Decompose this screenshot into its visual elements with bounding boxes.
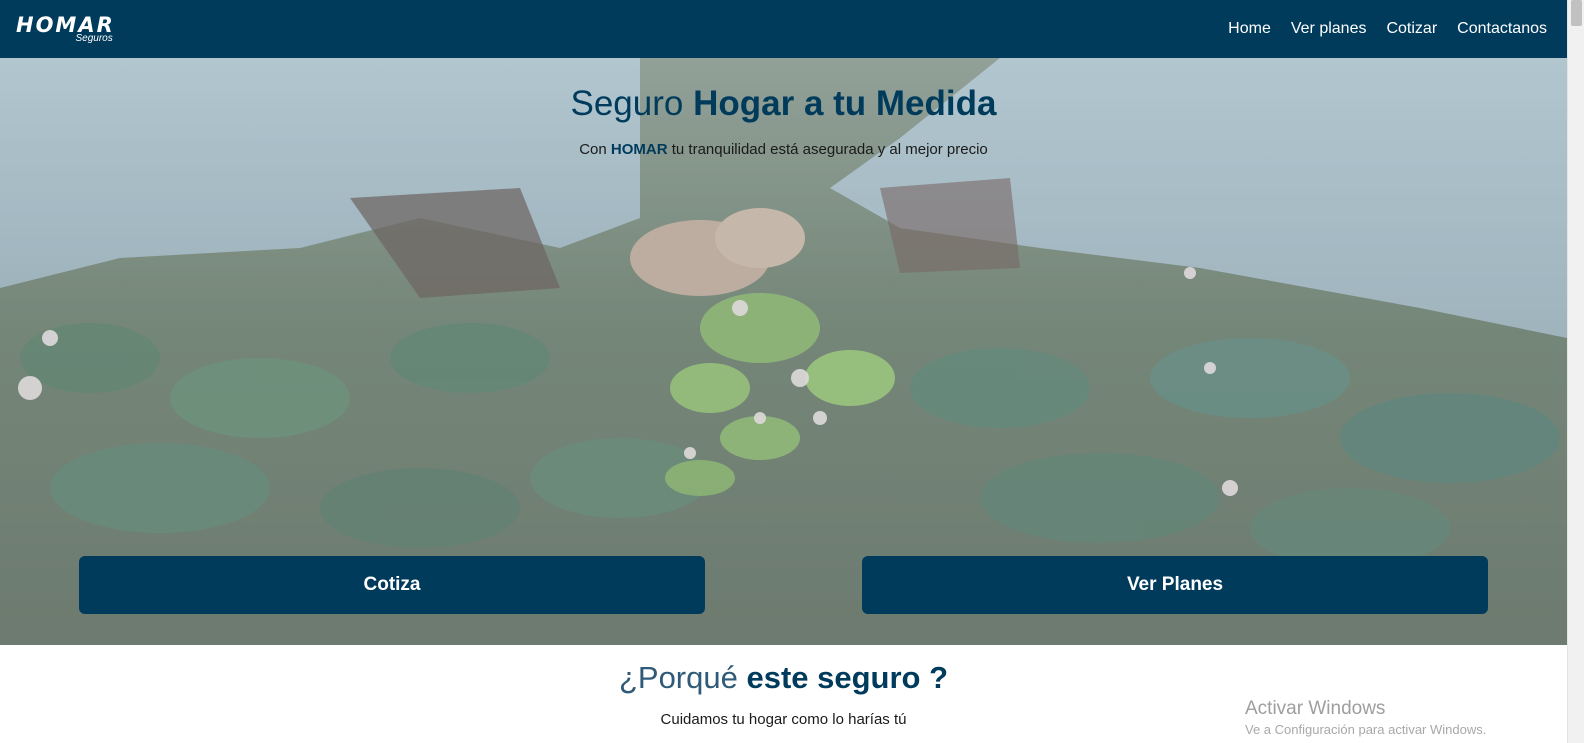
- nav-link-home[interactable]: Home: [1228, 20, 1271, 38]
- hero-section: Seguro Hogar a tu Medida Con HOMAR tu tr…: [0, 58, 1567, 645]
- hero-title-bold: Hogar a tu Medida: [693, 84, 997, 123]
- nav-links: Home Ver planes Cotizar Contactanos: [1228, 20, 1547, 38]
- nav-link-cotizar[interactable]: Cotizar: [1386, 20, 1437, 38]
- hero-subtitle-brand: HOMAR: [610, 141, 668, 158]
- top-navbar: HOMAR Seguros Home Ver planes Cotizar Co…: [0, 0, 1567, 58]
- ver-planes-button[interactable]: Ver Planes: [862, 556, 1488, 614]
- logo-sub-text: Seguros: [75, 32, 113, 44]
- hero-title-light: Seguro: [570, 84, 684, 123]
- nav-link-ver-planes[interactable]: Ver planes: [1291, 20, 1367, 38]
- windows-activation-subtitle: Ve a Configuración para activar Windows.: [1245, 722, 1487, 737]
- why-section-title: ¿Porqué este seguro ?: [0, 660, 1567, 696]
- hero-subtitle: Con HOMAR tu tranquilidad está asegurada…: [0, 141, 1567, 158]
- hero-title: Seguro Hogar a tu Medida: [0, 84, 1567, 124]
- why-title-bold: este seguro ?: [746, 660, 949, 695]
- scrollbar-thumb[interactable]: [1571, 0, 1582, 26]
- homar-logo[interactable]: HOMAR Seguros: [16, 14, 115, 44]
- hero-subtitle-rest: tu tranquilidad está asegurada y al mejo…: [671, 141, 988, 158]
- why-title-light: ¿Porqué: [618, 660, 738, 695]
- page-scrollbar[interactable]: [1567, 0, 1584, 743]
- hero-subtitle-prefix: Con: [579, 141, 607, 158]
- windows-activation-title: Activar Windows: [1245, 698, 1386, 719]
- nav-link-contactanos[interactable]: Contactanos: [1457, 20, 1547, 38]
- cotiza-button[interactable]: Cotiza: [79, 556, 705, 614]
